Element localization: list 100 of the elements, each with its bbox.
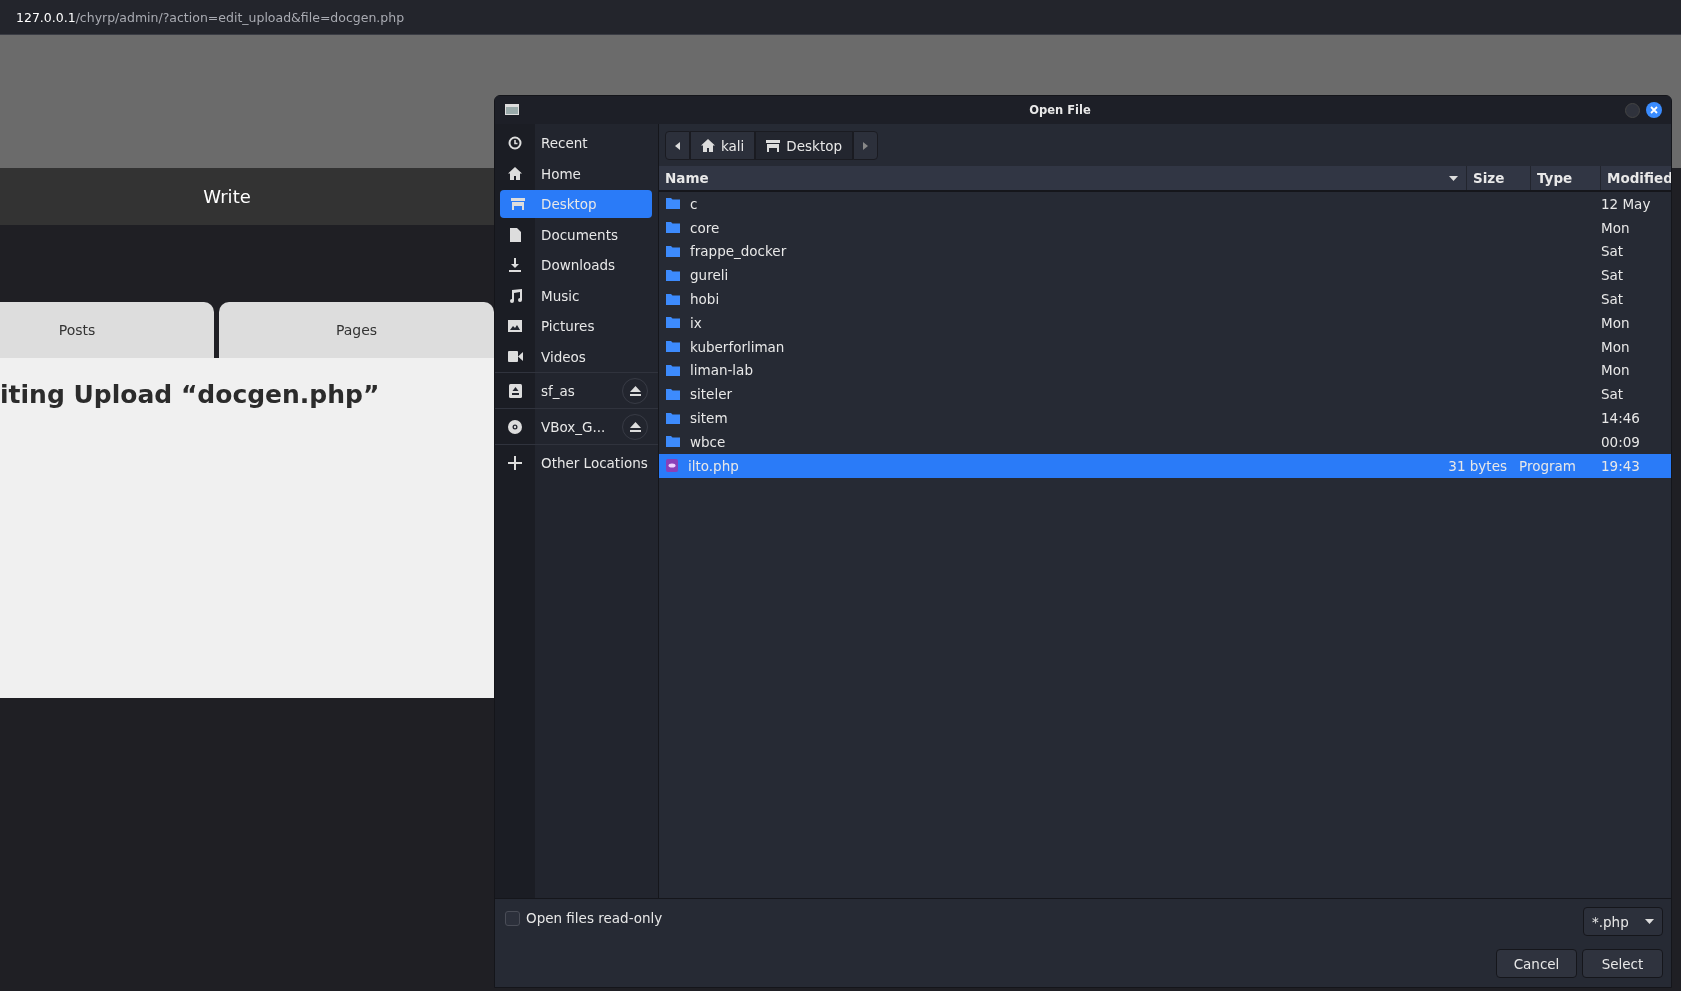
folder-icon bbox=[666, 412, 680, 424]
file-modified: 19:43 bbox=[1601, 457, 1640, 474]
back-button[interactable] bbox=[665, 131, 690, 160]
file-name: c bbox=[690, 195, 698, 212]
url-host: 127.0.0.1 bbox=[16, 9, 76, 25]
file-modified: Sat bbox=[1601, 386, 1624, 403]
file-name: liman-lab bbox=[690, 362, 753, 379]
close-button[interactable] bbox=[1646, 102, 1662, 118]
checkbox[interactable] bbox=[505, 910, 520, 926]
tab[interactable]: Pages bbox=[219, 302, 494, 358]
picture-icon bbox=[508, 320, 522, 333]
file-name: kuberforliman bbox=[690, 338, 785, 355]
file-modified: Mon bbox=[1601, 362, 1630, 379]
filter-dropdown[interactable]: *.php bbox=[1583, 907, 1663, 936]
file-modified: Mon bbox=[1601, 338, 1630, 355]
checkbox-label: Open files read-only bbox=[526, 910, 663, 926]
forward-arrow-icon bbox=[863, 141, 869, 150]
sidebar-item[interactable]: Home bbox=[535, 159, 652, 188]
sidebar-item[interactable]: Documents bbox=[535, 220, 652, 249]
file-type: Program bbox=[1519, 457, 1576, 474]
tab[interactable]: Posts bbox=[0, 302, 214, 358]
eject-icon bbox=[629, 385, 641, 396]
folder-icon bbox=[666, 436, 680, 448]
column-header[interactable]: Name bbox=[659, 166, 1467, 190]
path-button[interactable]: kali bbox=[690, 131, 756, 160]
caret-icon bbox=[1645, 919, 1654, 924]
file-modified: Sat bbox=[1601, 243, 1624, 260]
folder-icon bbox=[666, 341, 680, 353]
disc-icon bbox=[508, 419, 522, 434]
file-row[interactable]: gureli Sat bbox=[659, 263, 1671, 288]
file-name: hobi bbox=[690, 291, 720, 308]
file-size: 31 bytes bbox=[1448, 457, 1507, 474]
video-camera-icon bbox=[507, 351, 523, 363]
home-icon bbox=[508, 167, 522, 181]
desktop-icon bbox=[766, 139, 781, 152]
file-row[interactable]: c 12 May bbox=[659, 192, 1671, 216]
sort-icon bbox=[1449, 175, 1458, 181]
sidebar-item[interactable]: Other Locations bbox=[535, 448, 652, 477]
file-name: gureli bbox=[690, 267, 729, 284]
column-header[interactable]: Type bbox=[1531, 166, 1601, 190]
file-row[interactable]: core Mon bbox=[659, 215, 1671, 240]
document-icon bbox=[509, 227, 521, 242]
file-name: ix bbox=[690, 314, 702, 331]
file-name: sitem bbox=[690, 410, 728, 427]
close-icon bbox=[1650, 106, 1658, 114]
file-row[interactable]: siteler Sat bbox=[659, 382, 1671, 407]
download-icon bbox=[509, 258, 521, 273]
sidebar-item[interactable]: Recent bbox=[535, 129, 652, 158]
sidebar-item[interactable]: Music bbox=[535, 281, 652, 310]
drive-icon bbox=[508, 383, 522, 398]
plus-icon bbox=[508, 455, 522, 470]
home-icon bbox=[701, 139, 715, 152]
back-arrow-icon bbox=[675, 141, 680, 150]
url-path: /chyrp/admin/?action=edit_upload&file=docgen.php bbox=[75, 9, 405, 25]
file-name: ilto.php bbox=[688, 457, 739, 474]
forward-button[interactable] bbox=[853, 131, 879, 160]
file-row[interactable]: kuberforliman Mon bbox=[659, 334, 1671, 359]
window-icon bbox=[505, 104, 519, 115]
sidebar-item[interactable]: Videos bbox=[535, 342, 652, 371]
folder-icon bbox=[666, 269, 680, 281]
sidebar-item[interactable]: Downloads bbox=[535, 251, 652, 280]
file-modified: Mon bbox=[1601, 219, 1630, 236]
sidebar-item[interactable]: sf_as bbox=[535, 376, 652, 405]
file-name: wbce bbox=[690, 433, 726, 450]
file-row[interactable]: frappe_docker Sat bbox=[659, 239, 1671, 264]
file-row[interactable]: ix Mon bbox=[659, 311, 1671, 335]
dialog-title: Open File bbox=[1028, 103, 1092, 117]
folder-icon bbox=[666, 293, 680, 305]
folder-icon bbox=[666, 246, 680, 257]
sidebar-item[interactable]: VBox_G... bbox=[535, 412, 652, 441]
php-file-icon bbox=[666, 459, 678, 473]
file-modified: Sat bbox=[1601, 291, 1624, 308]
file-modified: 12 May bbox=[1601, 195, 1651, 212]
file-modified: 14:46 bbox=[1601, 410, 1640, 427]
clock-icon bbox=[508, 136, 522, 151]
column-header[interactable]: Modified bbox=[1601, 166, 1671, 190]
folder-icon bbox=[666, 222, 680, 234]
eject-icon bbox=[629, 421, 641, 432]
file-row[interactable]: hobi Sat bbox=[659, 287, 1671, 311]
folder-icon bbox=[666, 198, 680, 210]
dialog-button[interactable]: Cancel bbox=[1496, 949, 1577, 978]
dialog-button[interactable]: Select bbox=[1582, 949, 1663, 978]
address-bar[interactable]: 127.0.0.1/chyrp/admin/?action=edit_upload&file=docgen.php bbox=[0, 0, 1681, 35]
folder-icon bbox=[666, 388, 680, 400]
file-name: siteler bbox=[690, 386, 732, 403]
file-row[interactable]: liman-lab Mon bbox=[659, 358, 1671, 383]
file-row[interactable]: sitem 14:46 bbox=[659, 406, 1671, 430]
file-modified: Sat bbox=[1601, 267, 1624, 284]
file-name: core bbox=[690, 219, 720, 236]
file-modified: 00:09 bbox=[1601, 433, 1640, 450]
sidebar-item[interactable]: Pictures bbox=[535, 312, 652, 341]
column-header[interactable]: Size bbox=[1467, 166, 1531, 190]
folder-icon bbox=[666, 317, 680, 329]
file-modified: Mon bbox=[1601, 314, 1630, 331]
nav-link[interactable]: Write bbox=[0, 168, 454, 225]
file-row[interactable]: wbce 00:09 bbox=[659, 429, 1671, 454]
path-button[interactable]: Desktop bbox=[755, 131, 854, 160]
desktop-icon bbox=[510, 198, 525, 211]
file-name: frappe_docker bbox=[690, 243, 787, 260]
page-heading: iting Upload “docgen.php” bbox=[0, 380, 381, 409]
